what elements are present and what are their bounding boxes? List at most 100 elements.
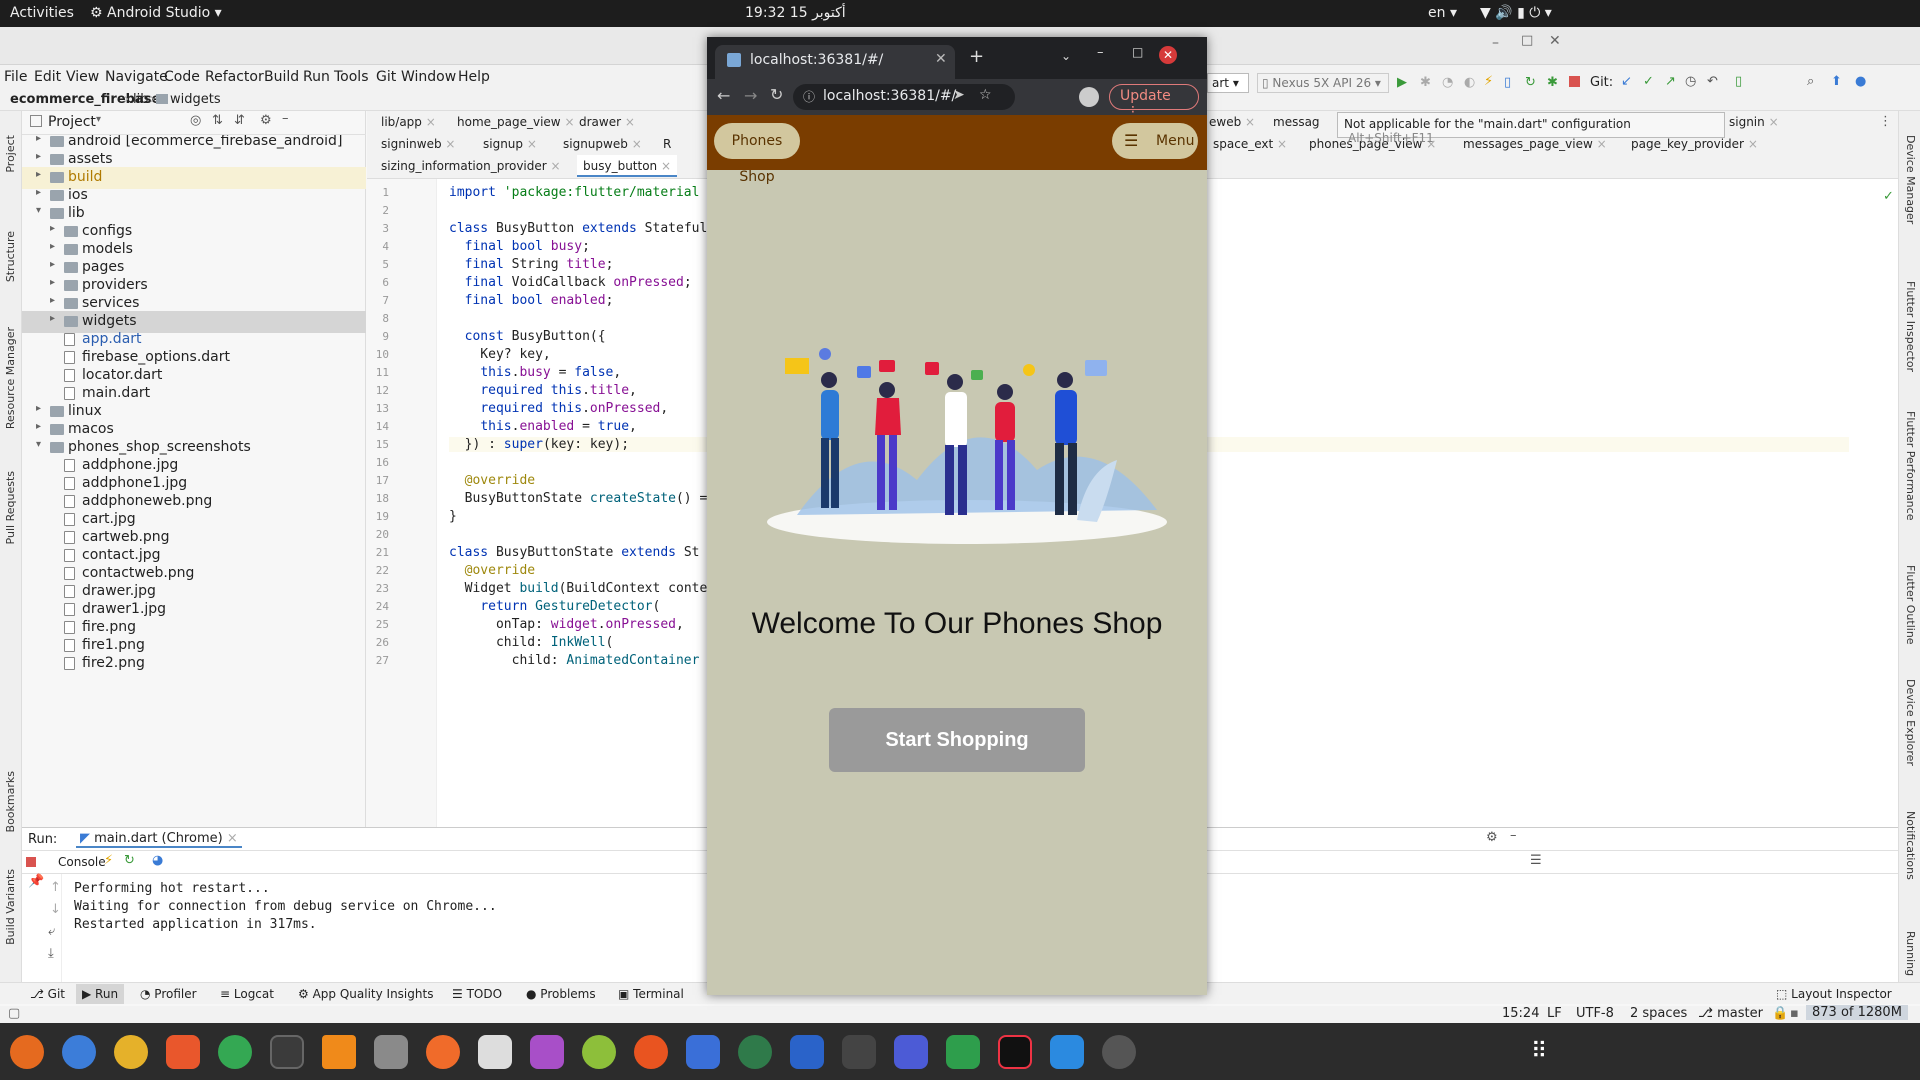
pull-requests-tool-button[interactable]: Pull Requests bbox=[4, 471, 17, 544]
code-line[interactable]: final bool busy; bbox=[449, 239, 590, 254]
stop-icon[interactable] bbox=[1569, 76, 1580, 87]
close-icon[interactable]: × bbox=[1245, 115, 1255, 129]
close-icon[interactable]: × bbox=[661, 159, 671, 173]
hot-reload-icon[interactable]: ⚡ bbox=[1484, 74, 1493, 89]
code-line[interactable]: required this.onPressed, bbox=[449, 401, 668, 416]
chevron-right-icon[interactable]: ▸ bbox=[36, 169, 41, 180]
search-icon[interactable]: ⌕ bbox=[1807, 74, 1814, 89]
close-icon[interactable]: × bbox=[1748, 137, 1758, 151]
flutter-inspector-tool-button[interactable]: Flutter Inspector bbox=[1904, 281, 1917, 372]
code-line[interactable]: onTap: widget.onPressed, bbox=[449, 617, 684, 632]
app-menu[interactable]: ⚙ Android Studio ▾ bbox=[90, 5, 222, 21]
chevron-right-icon[interactable]: ▸ bbox=[36, 135, 41, 144]
code-line[interactable]: required this.title, bbox=[449, 383, 637, 398]
tasks-icon[interactable] bbox=[686, 1035, 720, 1069]
caret-position[interactable]: 15:24 bbox=[1502, 1006, 1539, 1021]
devtools-icon[interactable]: ◕ bbox=[152, 853, 163, 868]
android-tool-icon[interactable] bbox=[582, 1035, 616, 1069]
chevron-right-icon[interactable]: ▸ bbox=[50, 295, 55, 306]
tab-busy-button[interactable]: busy_button × bbox=[577, 155, 678, 177]
device-select[interactable]: ▯ Nexus 5X API 26 ▾ bbox=[1257, 73, 1389, 93]
inkscape-icon[interactable] bbox=[426, 1035, 460, 1069]
code-line[interactable]: return GestureDetector( bbox=[449, 599, 660, 614]
gear-icon[interactable]: ⚙ bbox=[1486, 830, 1498, 845]
code-line[interactable]: const BusyButton({ bbox=[449, 329, 606, 344]
code-line[interactable]: child: AnimatedContainer bbox=[449, 653, 700, 668]
new-tab-icon[interactable]: + bbox=[969, 46, 984, 67]
close-icon[interactable]: × bbox=[445, 137, 455, 151]
code-line[interactable]: final VoidCallback onPressed; bbox=[449, 275, 692, 290]
close-icon[interactable]: × bbox=[625, 115, 635, 129]
breadcrumb-lib[interactable]: lib bbox=[133, 92, 148, 107]
locate-icon[interactable]: ◎ bbox=[190, 113, 201, 128]
clock[interactable]: 19:32 15 أكتوبر bbox=[745, 5, 846, 21]
terminal-icon[interactable] bbox=[842, 1035, 876, 1069]
spreadsheet-icon[interactable] bbox=[946, 1035, 980, 1069]
code-line[interactable]: import 'package:flutter/material bbox=[449, 185, 699, 200]
menu-window[interactable]: Window bbox=[401, 69, 456, 85]
maximize-icon[interactable]: □ bbox=[1521, 33, 1533, 48]
lock-icon[interactable]: 🔒 bbox=[1772, 1006, 1788, 1021]
code-line[interactable]: class BusyButton extends Stateful bbox=[449, 221, 707, 236]
attach-debugger-icon[interactable]: ✱ bbox=[1547, 75, 1558, 90]
app-quality-insights-tool-button[interactable]: ⚙ App Quality Insights bbox=[298, 987, 433, 1001]
chrome-icon[interactable] bbox=[218, 1035, 252, 1069]
menu-file[interactable]: File bbox=[4, 69, 27, 85]
code-line[interactable]: child: InkWell( bbox=[449, 635, 613, 650]
gear-icon[interactable]: ⚙ bbox=[260, 113, 272, 128]
chevron-right-icon[interactable]: ▸ bbox=[50, 241, 55, 252]
activities-button[interactable]: Activities bbox=[10, 5, 74, 21]
site-info-icon[interactable]: ⓘ bbox=[803, 88, 815, 105]
coverage-icon[interactable]: ◐ bbox=[1464, 75, 1475, 90]
app-grid-icon[interactable]: ⠿ bbox=[1522, 1035, 1556, 1069]
intellij-icon[interactable] bbox=[998, 1035, 1032, 1069]
breadcrumb-widgets[interactable]: widgets bbox=[170, 92, 221, 107]
chevron-right-icon[interactable]: ▸ bbox=[36, 421, 41, 432]
flutter-performance-tool-button[interactable]: Flutter Performance bbox=[1904, 411, 1917, 520]
update-button[interactable]: Update ⋮ bbox=[1109, 84, 1199, 120]
hot-restart-icon[interactable]: ↻ bbox=[1525, 75, 1536, 90]
chevron-down-icon[interactable]: ▾ bbox=[36, 205, 41, 216]
git-push-icon[interactable]: ↗ bbox=[1665, 74, 1676, 89]
browser-tab[interactable]: localhost:36381/#/ ✕ bbox=[715, 45, 955, 79]
system-tray-icons[interactable]: ▼ 🔊 ▮ ⏻ ▾ bbox=[1480, 5, 1552, 21]
debug-icon[interactable]: ✱ bbox=[1420, 75, 1431, 90]
video-player-icon[interactable] bbox=[530, 1035, 564, 1069]
close-icon[interactable]: × bbox=[1769, 115, 1779, 129]
pin-icon[interactable]: 📌 bbox=[28, 874, 44, 889]
running-tool-button[interactable]: Running bbox=[1904, 931, 1917, 976]
profiler-tool-button[interactable]: ◔ Profiler bbox=[140, 987, 197, 1001]
tab-signup[interactable]: signup × bbox=[477, 133, 543, 155]
menu-refactor[interactable]: Refactor bbox=[205, 69, 264, 85]
screenshot-icon[interactable] bbox=[894, 1035, 928, 1069]
profile-icon[interactable]: ◔ bbox=[1442, 75, 1453, 90]
code-line[interactable]: class BusyButtonState extends St bbox=[449, 545, 699, 560]
ubuntu-icon[interactable] bbox=[634, 1035, 668, 1069]
project-tool-button[interactable]: Project bbox=[4, 135, 17, 173]
device-explorer-tool-button[interactable]: Device Explorer bbox=[1904, 679, 1917, 766]
apply-changes-icon[interactable]: ▯ bbox=[1504, 75, 1511, 90]
git-tool-button[interactable]: ⎇ Git bbox=[30, 987, 65, 1001]
text-editor-icon[interactable] bbox=[790, 1035, 824, 1069]
expand-all-icon[interactable]: ⇅ bbox=[212, 113, 223, 128]
flutter-outline-tool-button[interactable]: Flutter Outline bbox=[1904, 565, 1917, 645]
layout-icon[interactable]: ☰ bbox=[1530, 853, 1542, 868]
console-tab[interactable]: Console bbox=[52, 855, 112, 869]
resource-manager-tool-button[interactable]: Resource Manager bbox=[4, 327, 17, 429]
soft-wrap-icon[interactable]: ⤶ bbox=[48, 924, 55, 939]
tab-search-icon[interactable]: ⌄ bbox=[1061, 49, 1071, 63]
git-branch[interactable]: ⎇ master bbox=[1698, 1006, 1763, 1021]
scroll-down-icon[interactable]: ↓ bbox=[50, 902, 61, 917]
firefox-icon[interactable] bbox=[10, 1035, 44, 1069]
tab-signinweb[interactable]: signinweb × bbox=[375, 133, 461, 155]
rhythmbox-icon[interactable] bbox=[114, 1035, 148, 1069]
code-line[interactable]: Widget build(BuildContext conte bbox=[449, 581, 708, 596]
code-line[interactable]: final bool enabled; bbox=[449, 293, 614, 308]
chevron-right-icon[interactable]: ▸ bbox=[36, 187, 41, 198]
close-icon[interactable]: × bbox=[426, 115, 436, 129]
chevron-down-icon[interactable]: ▾ bbox=[36, 439, 41, 450]
memory-indicator[interactable]: 873 of 1280M bbox=[1806, 1005, 1908, 1020]
forward-icon[interactable]: → bbox=[744, 86, 757, 105]
tab-signupweb[interactable]: signupweb × bbox=[557, 133, 648, 155]
close-icon[interactable]: ✕ bbox=[1549, 33, 1561, 49]
